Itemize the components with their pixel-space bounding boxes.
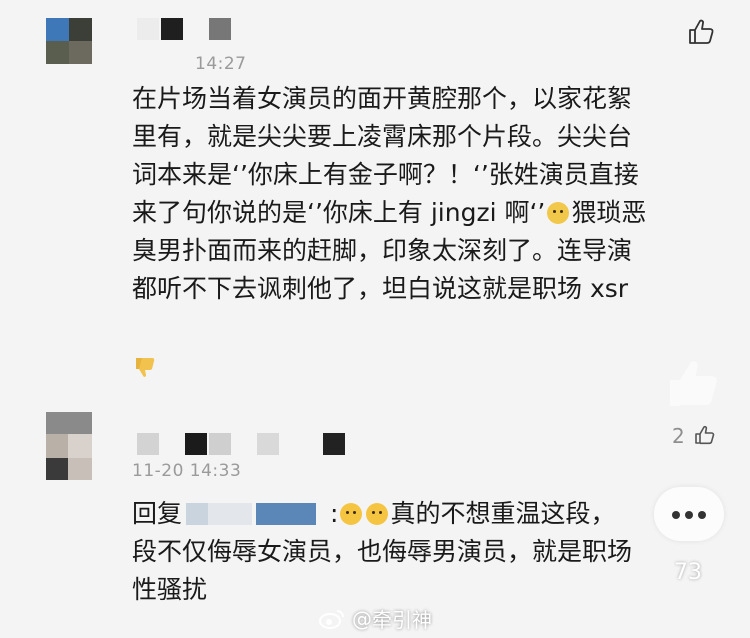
comment-text-line: 段不仅侮辱女演员，也侮辱男演员，就是职场 [132, 537, 633, 566]
username-mosaic[interactable] [137, 433, 357, 457]
comment-text-segment: 来了句你说的是‘’你床上有 jingzi 啊‘’ [132, 198, 546, 227]
reply-prefix: 回复 [132, 499, 183, 528]
comment-text-line: 臭男扑面而来的赶脚，印象太深刻了。连导演 [132, 236, 633, 265]
comment-time: 14:27 [195, 54, 247, 74]
thumbs-up-icon[interactable] [686, 17, 716, 47]
sad-emoji-icon [340, 503, 363, 525]
sad-emoji-icon [366, 503, 389, 525]
comment-text: 回复: 真的不想重温这段， 段不仅侮辱女演员，也侮辱男演员，就是职场 性骚扰 [132, 495, 712, 609]
comment-text-line: 词本来是‘’你床上有金子啊？！‘’张姓演员直接 [132, 160, 639, 189]
comment-text-line: 都听不下去讽刺他了，坦白说这就是职场 xsr [132, 274, 629, 303]
thumbs-down-icon[interactable] [132, 354, 160, 382]
comment-text-line-4: 来了句你说的是‘’你床上有 jingzi 啊‘’ 猥琐恶 [132, 194, 712, 232]
comment-text-segment: 猥琐恶 [571, 198, 647, 227]
watermark: @ 牵引神 [318, 604, 432, 633]
crying-emoji-icon [547, 202, 570, 224]
watermark-at: @ [352, 606, 372, 631]
comment-text-segment: 真的不想重温这段， [390, 499, 616, 528]
more-dots-icon [672, 511, 680, 519]
comment-time: 11-20 14:33 [132, 461, 242, 481]
comment-text-line: 在片场当着女演员的面开黄腔那个，以家花絮 [132, 84, 633, 113]
username-mosaic[interactable] [137, 16, 233, 42]
comment-count-badge: 73 [674, 560, 702, 585]
reply-username-mosaic[interactable] [186, 503, 326, 525]
comment-text-line: 里有，就是尖尖要上凌霄床那个片段。尖尖台 [132, 122, 633, 151]
comment-text-line-1: 回复: 真的不想重温这段， [132, 495, 712, 533]
more-dots-icon [698, 511, 706, 519]
weibo-logo-icon [319, 609, 344, 629]
watermark-name: 牵引神 [372, 608, 432, 632]
avatar[interactable] [46, 18, 92, 64]
comment-item: 14:27 在片场当着女演员的面开黄腔那个，以家花絮 里有，就是尖尖要上凌霄床那… [0, 0, 750, 400]
reply-colon: : [330, 499, 339, 528]
comment-text: 在片场当着女演员的面开黄腔那个，以家花絮 里有，就是尖尖要上凌霄床那个片段。尖尖… [132, 80, 712, 308]
more-options-button[interactable] [654, 487, 724, 541]
comment-item: 11-20 14:33 回复: 真的不想重温这段， 段不仅侮辱女演员，也侮辱男演员… [0, 400, 750, 638]
more-dots-icon [685, 511, 693, 519]
avatar[interactable] [46, 412, 92, 480]
